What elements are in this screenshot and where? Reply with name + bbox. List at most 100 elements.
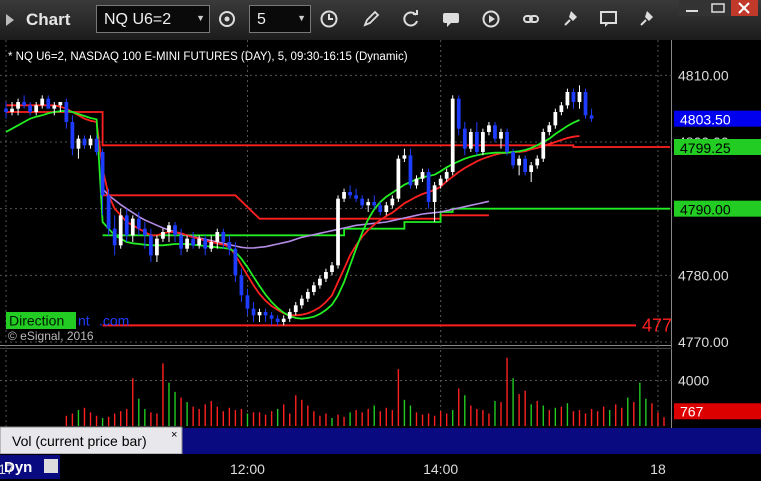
maximize-icon[interactable] (705, 0, 731, 16)
candle-body (40, 98, 45, 106)
chart-canvas[interactable]: * NQ U6=2, NASDAQ 100 E-MINI FUTURES (DA… (0, 40, 761, 481)
candle-body (366, 202, 371, 206)
time-button[interactable] (314, 5, 344, 33)
pin-icon (564, 11, 577, 26)
candle-body (523, 158, 528, 172)
candle-body (456, 98, 461, 129)
candle-body (468, 132, 473, 149)
candle-body (197, 238, 202, 246)
candle-body (10, 108, 14, 112)
watermark-suffix: .com (99, 313, 129, 329)
app-title: Chart (26, 10, 71, 29)
pin-button[interactable] (556, 5, 586, 33)
pencil-icon (363, 10, 380, 27)
candle-body (444, 172, 449, 179)
candle-body (474, 132, 479, 152)
volume-last-label: 767 (680, 403, 704, 419)
chart-icon (6, 14, 14, 26)
play-icon (482, 10, 500, 28)
candle-body (4, 108, 8, 112)
candle-body (269, 315, 274, 319)
interval-select[interactable]: 5 ▼ (249, 5, 311, 33)
candle-body (318, 278, 322, 286)
candle-body (432, 185, 437, 202)
candle-body (100, 152, 105, 196)
candle-body (209, 242, 214, 249)
candle-body (215, 232, 220, 242)
candle-body (462, 128, 467, 149)
candle-body (511, 152, 515, 166)
time-tick-label: 17 (0, 461, 14, 477)
play-button[interactable] (476, 5, 506, 33)
candle-body (112, 228, 117, 246)
candle-body (179, 235, 183, 249)
candle-body (517, 158, 521, 166)
candle-body (299, 298, 304, 306)
symbol-select[interactable]: NQ U6=2 ▼ (96, 5, 210, 33)
dropdown-caret-icon: ▼ (196, 13, 205, 23)
candle-body (293, 305, 298, 312)
candle-body (70, 122, 75, 149)
candle-body (396, 158, 401, 199)
candle-body (191, 238, 196, 246)
time-axis (0, 454, 761, 481)
candle-body (348, 192, 352, 196)
candle-body (583, 92, 588, 116)
candle-body (46, 98, 51, 109)
candle-body (251, 308, 256, 316)
price-tick-label: 4780.00 (678, 267, 729, 283)
candle-body (565, 92, 570, 106)
dyn-icon (44, 459, 58, 473)
candle-body (88, 138, 93, 146)
get-icon (443, 13, 459, 27)
get-button[interactable] (436, 5, 466, 33)
candle-body (94, 138, 99, 152)
candle-body (330, 265, 334, 272)
candle-body (505, 132, 509, 152)
clock-icon (320, 10, 338, 28)
candle-body (305, 292, 310, 299)
candle-body (233, 248, 238, 276)
close-icon[interactable]: × (171, 429, 177, 441)
candle-body (535, 158, 540, 166)
window-controls (655, 0, 759, 25)
draw-button[interactable] (356, 5, 386, 33)
watermark-suffix-prefix: nt (78, 313, 90, 329)
candle-body (571, 92, 576, 102)
candle-body (426, 172, 431, 202)
cycle-button[interactable] (212, 5, 242, 33)
candle-body (136, 218, 141, 229)
price-label: 4799.25 (680, 140, 731, 156)
minimize-icon[interactable] (679, 0, 705, 16)
volume-axis-panel (672, 428, 761, 454)
volume-caption: Vol (current price bar) (12, 433, 147, 449)
candle-body (360, 198, 365, 206)
candle-body (28, 105, 33, 112)
candle-body (324, 272, 328, 279)
refresh-button[interactable] (396, 5, 426, 33)
comment-icon (600, 11, 617, 27)
candle-body (275, 318, 280, 322)
price-label: 477 (642, 315, 672, 335)
candle-body (16, 102, 20, 109)
candle-body (281, 318, 286, 322)
candle-body (167, 225, 171, 232)
candle-body (185, 238, 189, 249)
link-button[interactable] (516, 5, 546, 33)
candle-body (402, 155, 407, 159)
candle-body (287, 312, 292, 319)
candle-body (390, 198, 395, 206)
candle-body (58, 102, 63, 106)
minimize-icon-glyph (686, 10, 698, 12)
candle-body (64, 102, 69, 122)
copyright: © eSignal, 2016 (8, 329, 94, 343)
candle-body (336, 198, 340, 266)
comment-button[interactable] (594, 5, 624, 33)
candle-body (263, 312, 268, 316)
candle-body (577, 92, 582, 102)
candle-body (82, 138, 87, 146)
title-bar: Chart NQ U6=2 ▼ 5 ▼ (0, 0, 761, 41)
price-label: 4803.50 (680, 112, 731, 128)
candle-body (142, 228, 147, 236)
price-label: 4790.00 (680, 202, 731, 218)
